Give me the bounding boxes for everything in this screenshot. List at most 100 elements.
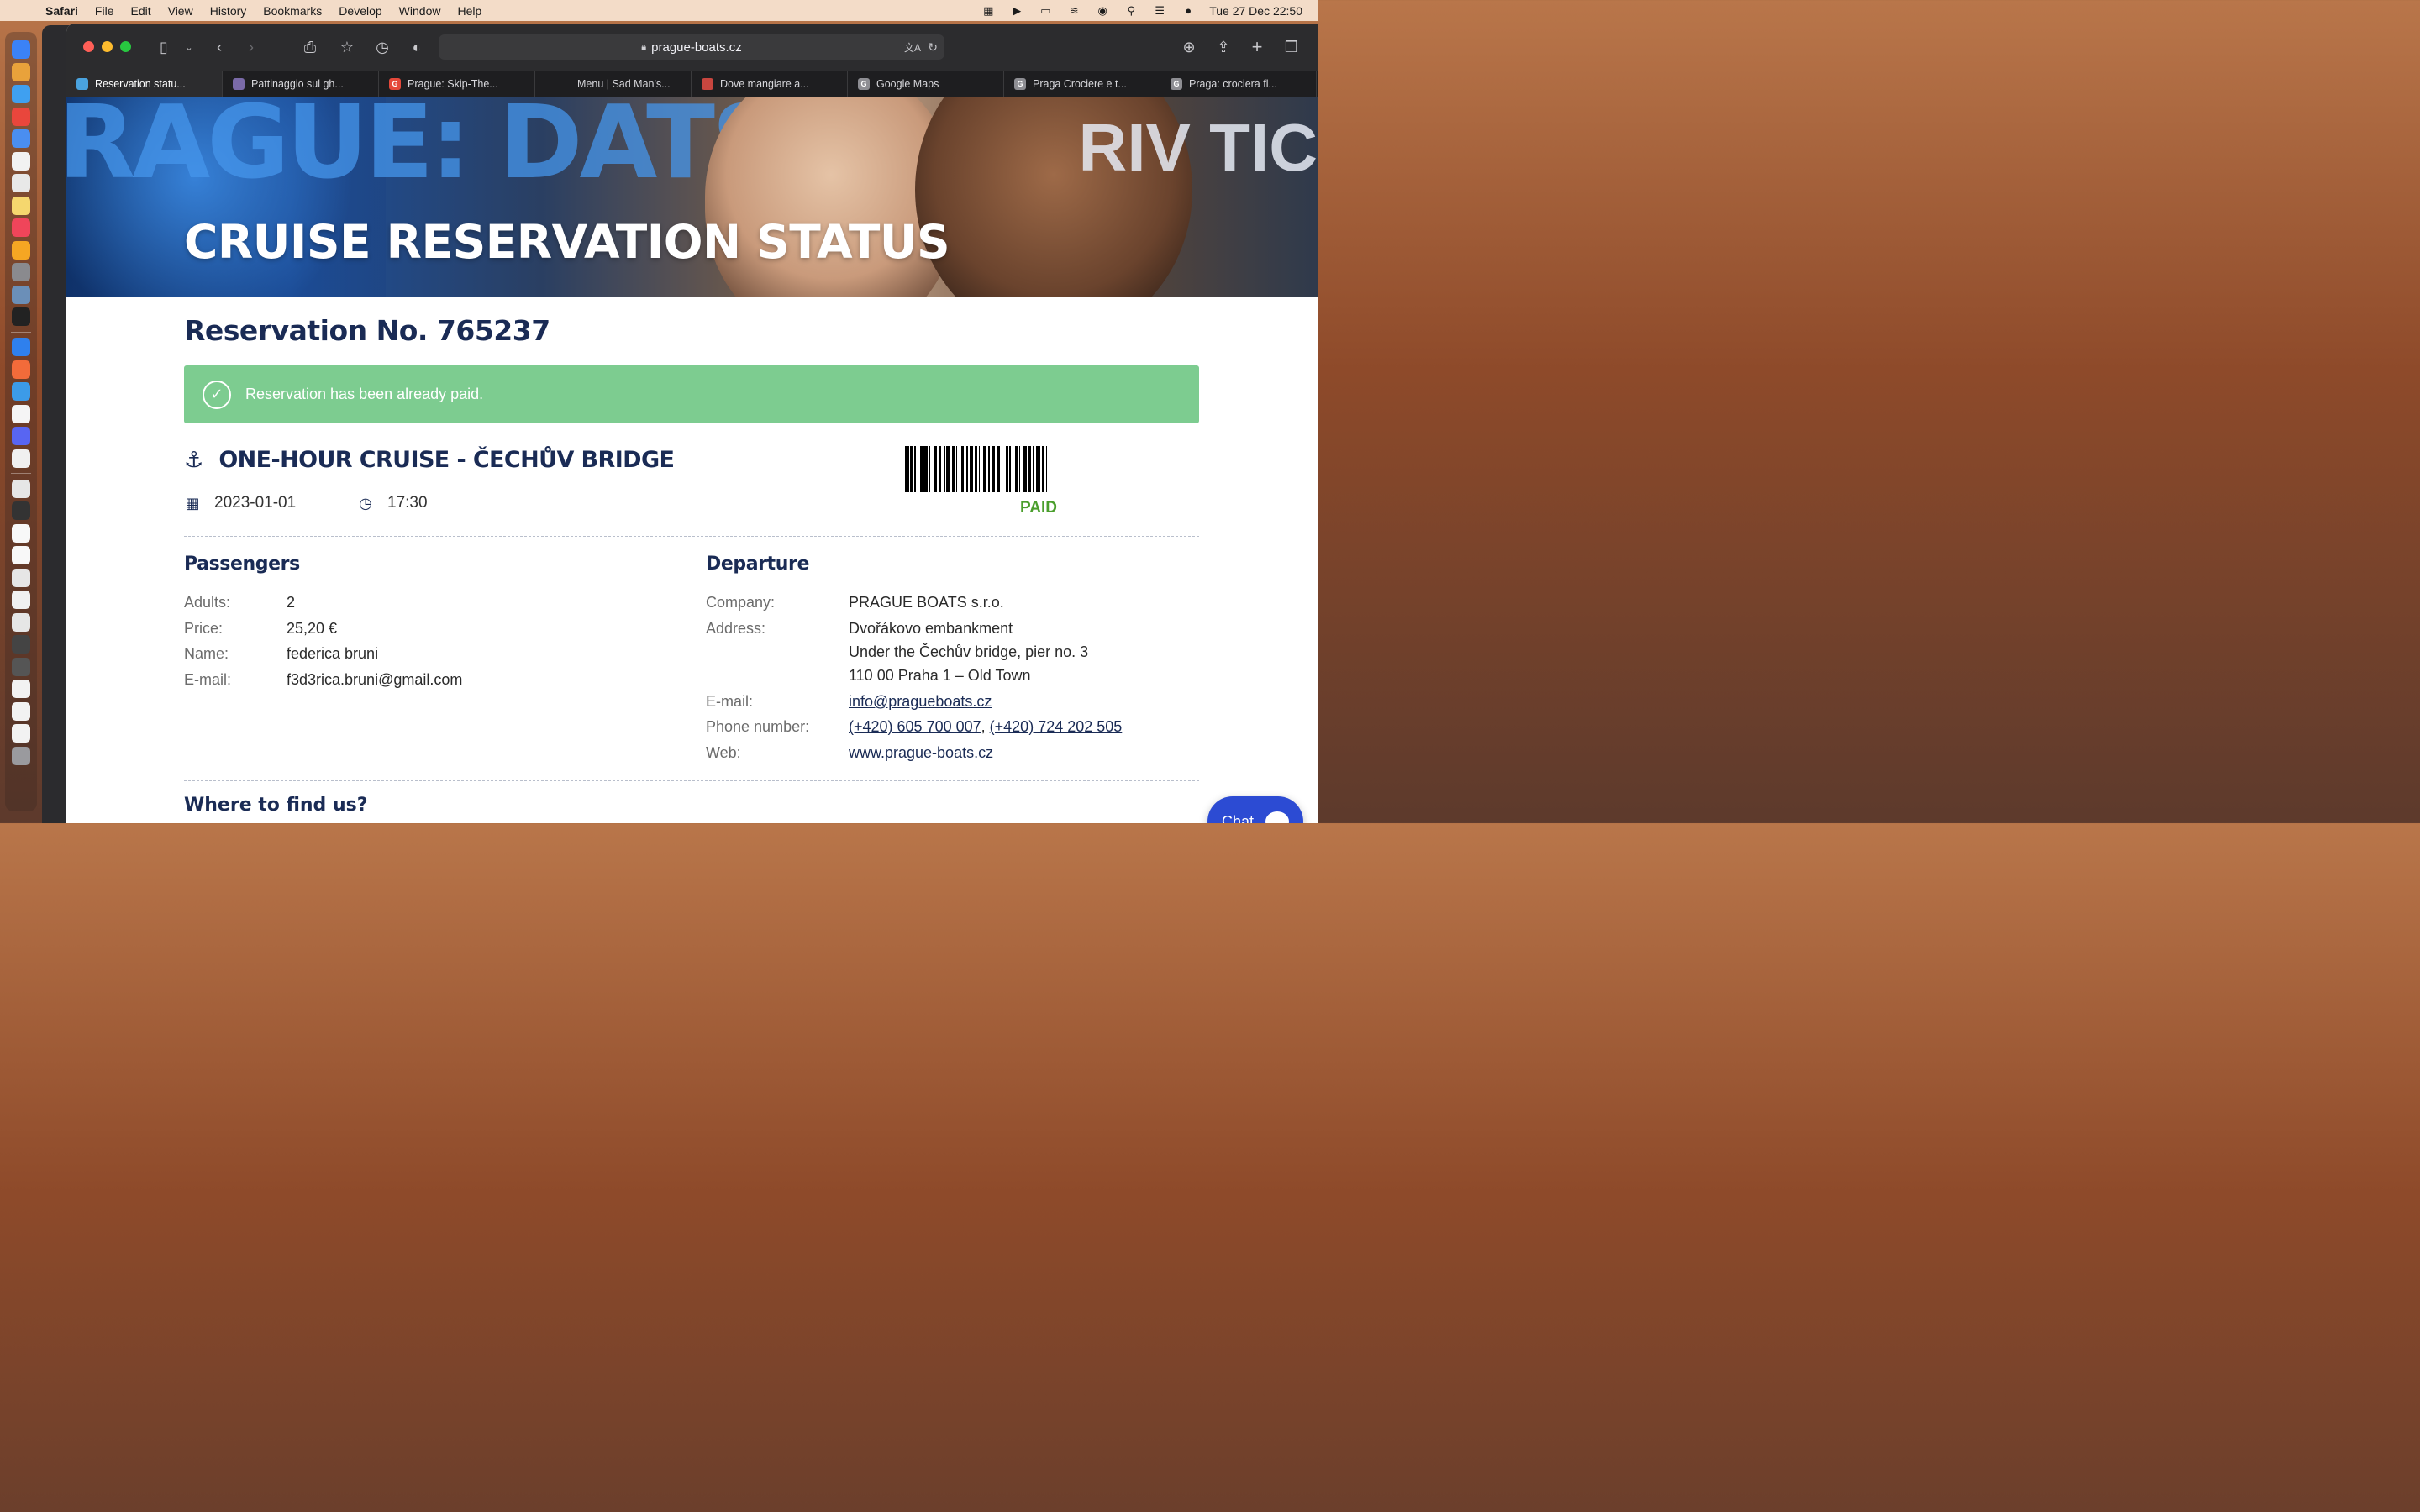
calendar-icon[interactable] [12,151,30,171]
hero-sign-text-right: RIV TIC [1078,110,1318,185]
finder-icon[interactable] [12,40,30,59]
website-link[interactable]: www.prague-boats.cz [849,744,993,761]
docker-app-icon[interactable] [12,382,30,401]
menu-file[interactable]: File [95,4,114,18]
field-label: E-mail: [706,693,754,710]
document-thumb-icon[interactable] [12,701,30,721]
tab-praga-crociere[interactable]: G Praga Crociere e t... [1004,71,1160,97]
document-thumb-icon[interactable] [12,724,30,743]
details-section: Passengers Adults: 2 Price: 25,20 € Name… [184,537,1199,781]
date-value: 2023-01-01 [214,494,297,512]
window-thumb-icon[interactable] [12,591,30,609]
history-clock-icon[interactable]: ◷ [372,37,392,57]
textedit-icon[interactable] [12,449,30,468]
minimize-window-button[interactable] [102,41,113,52]
launchpad-icon[interactable] [12,62,30,81]
tab-praga-crociera[interactable]: G Praga: crociera fl... [1160,71,1317,97]
menu-bookmarks[interactable]: Bookmarks [263,4,322,18]
menu-view[interactable]: View [168,4,193,18]
terminal-icon[interactable] [12,307,30,326]
safari-icon[interactable] [12,85,30,103]
menu-edit[interactable]: Edit [130,4,150,18]
spotlight-search-icon[interactable]: ⚲ [1123,4,1139,17]
chat-label: Chat [1222,812,1255,824]
close-window-button[interactable] [83,41,94,52]
bookmark-star-icon[interactable]: ☆ [337,37,357,57]
play-icon[interactable]: ▶ [1009,4,1024,17]
chevron-down-icon[interactable]: ⌄ [179,37,199,57]
tab-favicon-icon [233,78,245,90]
tab-reservation-status[interactable]: Reservation statu... [66,71,223,97]
browser-toolbar: ▯ ⌄ ‹ › ⎙ ☆ ◷ ◐ 🔒︎ prague-boats.cz 文A ↻ … [66,24,1318,71]
address-bar[interactable]: 🔒︎ prague-boats.cz 文A ↻ [439,34,944,60]
sketch-icon[interactable] [12,240,30,260]
field-label: Adults: [184,594,231,611]
mail-icon[interactable] [12,129,30,148]
tab-overview-icon[interactable]: ❐ [1281,37,1302,57]
tab-google-maps[interactable]: G Google Maps [848,71,1004,97]
wifi-icon[interactable]: ≋ [1066,4,1081,17]
menubar-clock[interactable]: Tue 27 Dec 22:50 [1209,4,1302,18]
docker-icon[interactable]: ▦ [981,4,996,17]
tab-favicon-icon: G [1014,78,1026,90]
back-icon[interactable]: ‹ [209,37,229,57]
preview-icon[interactable] [12,285,30,304]
reminders-icon[interactable] [12,174,30,192]
window-thumb-icon[interactable] [12,635,30,654]
tab-pattinaggio[interactable]: Pattinaggio sul gh... [223,71,379,97]
time-value: 17:30 [387,494,428,512]
menu-history[interactable]: History [210,4,247,18]
menu-develop[interactable]: Develop [339,4,381,18]
window-thumb-icon[interactable] [12,568,30,587]
tab-label: Prague: Skip-The... [408,78,498,90]
vscode-icon[interactable] [12,338,30,356]
chat-button[interactable]: Chat [1207,796,1303,823]
tab-bar: Reservation statu... Pattinaggio sul gh.… [66,71,1318,97]
trash-icon[interactable] [12,746,30,765]
window-thumb-icon[interactable] [12,479,30,498]
barcode [905,446,1168,492]
postman-icon[interactable] [12,360,30,379]
menu-help[interactable]: Help [457,4,481,18]
system-settings-icon[interactable] [12,263,30,281]
menu-window[interactable]: Window [399,4,441,18]
tab-dove-mangiare[interactable]: Dove mangiare a... [692,71,848,97]
window-thumb-icon[interactable] [12,657,30,676]
battery-icon[interactable]: ▭ [1038,4,1053,17]
document-thumb-icon[interactable] [12,546,30,564]
user-icon[interactable]: ◉ [1095,4,1110,17]
url-text: prague-boats.cz [651,39,742,55]
cruise-time: ◷ 17:30 [357,494,428,512]
forward-icon[interactable]: › [241,37,261,57]
email-link[interactable]: info@pragueboats.cz [849,693,992,710]
field-value: 25,20 € [287,620,338,637]
menu-app-safari[interactable]: Safari [45,4,78,18]
document-thumb-icon[interactable] [12,523,30,543]
privacy-shield-icon[interactable]: ◐ [407,37,427,57]
zoom-window-button[interactable] [120,41,131,52]
discord-icon[interactable] [12,427,30,445]
phone-link-2[interactable]: (+420) 724 202 505 [990,718,1123,735]
new-tab-plus-icon[interactable]: + [1247,36,1267,57]
translate-icon[interactable]: 文A [904,40,921,55]
print-icon[interactable]: ⎙ [300,37,320,57]
control-center-icon[interactable]: ☰ [1152,4,1167,17]
tab-label: Pattinaggio sul gh... [251,78,344,90]
music-icon[interactable] [12,218,30,237]
tab-sad-mans-menu[interactable]: Menu | Sad Man's... [535,71,692,97]
reservation-content: Reservation No. 765237 ✓ Reservation has… [184,297,1199,823]
phone-link-1[interactable]: (+420) 605 700 007 [849,718,981,735]
chat-bubble-icon [1265,811,1290,823]
notion-icon[interactable] [12,404,30,423]
tab-prague-skip[interactable]: G Prague: Skip-The... [379,71,535,97]
downloads-icon[interactable]: ⊕ [1179,37,1199,57]
notes-icon[interactable] [12,196,30,215]
document-thumb-icon[interactable] [12,680,30,698]
sidebar-toggle-icon[interactable]: ▯ [154,37,174,57]
reload-icon[interactable]: ↻ [928,40,938,55]
siri-icon[interactable]: ● [1181,4,1196,17]
window-thumb-icon[interactable] [12,612,30,632]
window-thumb-icon[interactable] [12,501,30,520]
chrome-icon[interactable] [12,107,30,126]
share-icon[interactable]: ⇪ [1213,37,1234,57]
